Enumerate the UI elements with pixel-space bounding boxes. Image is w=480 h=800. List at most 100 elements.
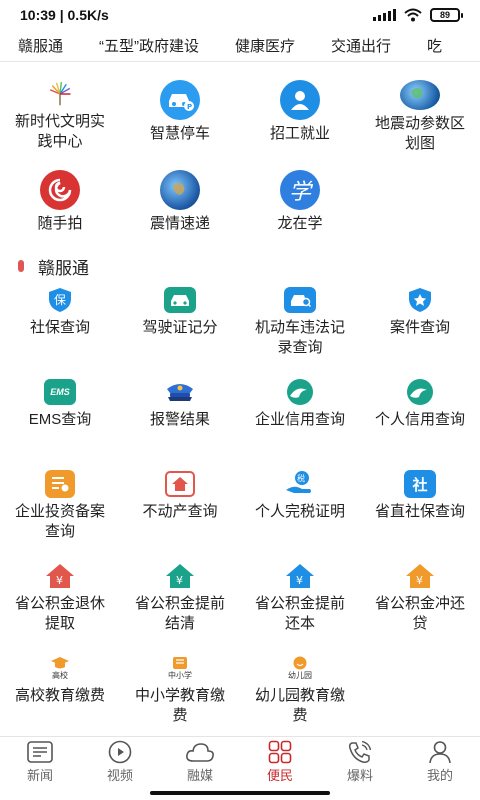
service-label: 省公积金提前结清 — [134, 595, 225, 632]
wave-credit-icon — [283, 378, 317, 406]
service-label: 省公积金提前还本 — [254, 595, 345, 632]
service-police-report[interactable]: 报警结果 — [120, 372, 240, 464]
book-icon: 中小学 — [163, 654, 197, 682]
house-yuan-icon: ¥ — [163, 562, 197, 590]
tab-label: 新闻 — [26, 768, 53, 783]
service-kindergarten-fee[interactable]: 幼儿园 幼儿园教育缴费 — [240, 648, 360, 740]
service-fund-early-settle[interactable]: ¥ 省公积金提前结清 — [120, 556, 240, 648]
status-left: 10:39 | 0.5K/s — [20, 7, 109, 23]
svg-text:¥: ¥ — [416, 574, 423, 587]
service-enterprise-credit[interactable]: 企业信用查询 — [240, 372, 360, 464]
service-label: 省直社保查询 — [374, 503, 465, 520]
service-label: 震情速递 — [149, 215, 210, 232]
status-speed: 0.5K/s — [67, 7, 109, 23]
section-marker — [18, 260, 24, 272]
police-badge-icon — [403, 286, 437, 314]
wave-credit-icon — [403, 378, 437, 406]
service-longzaixue[interactable]: 学 龙在学 — [240, 152, 360, 242]
house-yuan-icon: ¥ — [43, 562, 77, 590]
tab-media[interactable]: 融媒 — [160, 737, 240, 786]
civilization-logo-icon — [49, 82, 71, 106]
cloud-icon — [186, 743, 214, 762]
user-badge-icon — [280, 80, 320, 120]
service-label: 个人信用查询 — [374, 411, 465, 428]
status-time: 10:39 — [20, 7, 56, 23]
status-bar: 10:39 | 0.5K/s 89 — [0, 0, 480, 30]
signal-icon — [373, 9, 396, 21]
service-seismic-map[interactable]: 地震动参数区划图 — [360, 62, 480, 152]
service-label: 招工就业 — [269, 125, 330, 142]
service-label: 龙在学 — [277, 215, 323, 232]
service-real-estate[interactable]: 不动产查询 — [120, 464, 240, 556]
service-smart-parking[interactable]: P 智慧停车 — [120, 62, 240, 152]
service-school-fee[interactable]: 中小学 中小学教育缴费 — [120, 648, 240, 740]
car-parking-icon: P — [160, 80, 200, 120]
shield-icon: 保 — [43, 286, 77, 314]
category-tab-food[interactable]: 吃 — [409, 35, 460, 56]
tab-label: 我的 — [426, 768, 453, 783]
category-tab-health[interactable]: 健康医疗 — [217, 35, 313, 56]
service-fund-early-repay[interactable]: ¥ 省公积金提前还本 — [240, 556, 360, 648]
car-search-icon — [283, 286, 317, 314]
swirl-camera-icon — [40, 170, 80, 210]
bottom-tab-bar: 新闻 视频 融媒 便民 爆料 我的 — [0, 736, 480, 786]
tab-video[interactable]: 视频 — [80, 737, 160, 786]
tab-news[interactable]: 新闻 — [0, 737, 80, 786]
play-circle-icon — [108, 740, 132, 764]
wifi-icon — [404, 8, 422, 22]
ems-icon: EMS — [43, 378, 77, 406]
service-ems[interactable]: EMS EMS查询 — [0, 372, 120, 464]
service-label: 省公积金冲还贷 — [374, 595, 465, 632]
service-label: 随手拍 — [37, 215, 83, 232]
service-vehicle-violation[interactable]: 机动车违法记录查询 — [240, 280, 360, 372]
document-list-icon — [43, 470, 77, 498]
service-investment-filing[interactable]: 企业投资备案查询 — [0, 464, 120, 556]
service-label: 省公积金退休提取 — [14, 595, 105, 632]
service-label: 报警结果 — [149, 411, 210, 428]
tab-label: 便民 — [266, 768, 293, 783]
service-college-fee[interactable]: 高校 高校教育缴费 — [0, 648, 120, 740]
service-social-security[interactable]: 保 社保查询 — [0, 280, 120, 372]
service-civilization-center[interactable]: 新时代文明实践中心 — [0, 62, 120, 152]
police-cap-icon — [163, 378, 197, 406]
service-label: 个人完税证明 — [254, 503, 345, 520]
category-tab-traffic[interactable]: 交通出行 — [313, 35, 409, 56]
smiley-icon: 幼儿园 — [283, 654, 317, 682]
news-list-icon — [27, 741, 53, 763]
house-frame-icon — [163, 470, 197, 498]
service-label: 驾驶证记分 — [142, 319, 218, 336]
service-fund-retirement[interactable]: ¥ 省公积金退休提取 — [0, 556, 120, 648]
globe-icon — [400, 80, 440, 110]
tab-convenience[interactable]: 便民 — [240, 737, 320, 786]
service-label: 中小学教育缴费 — [134, 687, 225, 724]
tab-tipoff[interactable]: 爆料 — [320, 737, 400, 786]
tab-label: 视频 — [106, 768, 133, 783]
battery-icon: 89 — [430, 8, 463, 22]
service-fund-offset-loan[interactable]: ¥ 省公积金冲还贷 — [360, 556, 480, 648]
service-personal-credit[interactable]: 个人信用查询 — [360, 372, 480, 464]
service-case-query[interactable]: 案件查询 — [360, 280, 480, 372]
category-tab-wuxing[interactable]: “五型”政府建设 — [81, 35, 217, 56]
graduation-cap-icon: 高校 — [43, 654, 77, 682]
tab-mine[interactable]: 我的 — [400, 737, 480, 786]
grid-apps-icon — [268, 740, 292, 764]
section-title: 赣服通 — [0, 252, 480, 280]
svg-text:税: 税 — [297, 473, 305, 483]
car-icon — [163, 286, 197, 314]
service-recruitment[interactable]: 招工就业 — [240, 62, 360, 152]
service-tax-certificate[interactable]: 税 个人完税证明 — [240, 464, 360, 556]
person-icon — [429, 741, 451, 764]
top-services-grid: 新时代文明实践中心 P 智慧停车 招工就业 地震动参数区划图 随手拍 震情速递 … — [0, 62, 480, 242]
house-yuan-icon: ¥ — [403, 562, 437, 590]
service-earthquake-news[interactable]: 震情速递 — [120, 152, 240, 242]
service-snapshot[interactable]: 随手拍 — [0, 152, 120, 242]
status-right: 89 — [373, 8, 463, 22]
service-driver-points[interactable]: 驾驶证记分 — [120, 280, 240, 372]
social-char-icon: 社 — [403, 470, 437, 498]
service-provincial-social-security[interactable]: 社 省直社保查询 — [360, 464, 480, 556]
home-indicator[interactable] — [150, 791, 330, 795]
service-label: 机动车违法记录查询 — [254, 319, 345, 356]
category-tab-ganfutong[interactable]: 赣服通 — [0, 35, 81, 56]
earth-icon — [160, 170, 200, 210]
service-label: 智慧停车 — [149, 125, 210, 142]
